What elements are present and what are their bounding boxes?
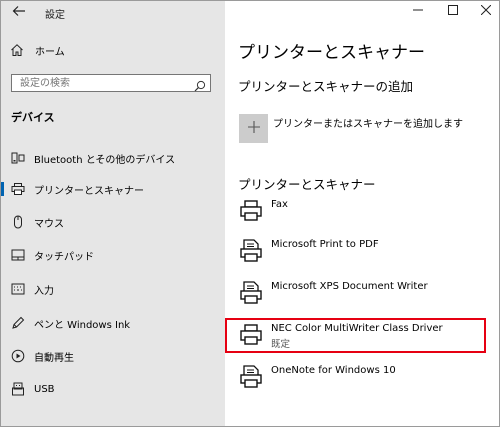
printer-name: Microsoft Print to PDF — [271, 239, 379, 250]
maximize-icon[interactable] — [446, 5, 460, 19]
settings-window: 設定 ホーム デバイス Bluetooth とその他のデバイス — [0, 0, 500, 427]
printer-item[interactable]: Fax — [239, 199, 489, 233]
section-title-devices: デバイス — [11, 111, 55, 124]
touchpad-icon — [11, 248, 25, 262]
selection-indicator — [1, 182, 4, 196]
sidebar-item-pen[interactable]: ペンと Windows Ink — [1, 312, 225, 334]
usb-icon — [11, 382, 25, 396]
printer-list-heading: プリンターとスキャナー — [238, 177, 376, 192]
plus-icon — [247, 119, 261, 138]
sidebar-item-input[interactable]: 入力 — [1, 278, 225, 300]
printer-name: Microsoft XPS Document Writer — [271, 281, 428, 292]
sidebar-item-label: ペンと Windows Ink — [34, 319, 131, 331]
printer-item[interactable]: OneNote for Windows 10 — [239, 365, 489, 399]
printer-name: OneNote for Windows 10 — [271, 365, 396, 376]
sidebar-item-label: 自動再生 — [34, 352, 74, 364]
sidebar-item-printers[interactable]: プリンターとスキャナー — [1, 178, 225, 200]
sidebar-item-mouse[interactable]: マウス — [1, 211, 225, 233]
home-label: ホーム — [35, 46, 65, 58]
sidebar-item-label: 入力 — [34, 285, 54, 297]
sidebar: 設定 ホーム デバイス Bluetooth とその他のデバイス — [1, 1, 225, 426]
add-section-heading: プリンターとスキャナーの追加 — [238, 79, 414, 94]
keyboard-icon — [11, 282, 25, 296]
sidebar-item-label: USB — [34, 383, 55, 395]
printer-name: Fax — [271, 199, 288, 210]
window-title: 設定 — [45, 10, 65, 21]
fax-printer-icon — [239, 199, 263, 223]
main-content: プリンターとスキャナー プリンターとスキャナーの追加 プリンターまたはスキャナー… — [225, 1, 499, 426]
sidebar-item-usb[interactable]: USB — [1, 378, 225, 400]
add-printer-button[interactable] — [239, 114, 268, 143]
sidebar-item-bluetooth[interactable]: Bluetooth とその他のデバイス — [1, 147, 225, 169]
pdf-printer-icon — [239, 239, 263, 263]
sidebar-item-touchpad[interactable]: タッチパッド — [1, 244, 225, 266]
sidebar-item-label: Bluetooth とその他のデバイス — [34, 154, 176, 166]
highlight-annotation-box — [225, 318, 486, 353]
mouse-icon — [11, 215, 25, 229]
search-icon[interactable] — [194, 77, 206, 92]
minimize-icon[interactable] — [411, 5, 425, 19]
sidebar-item-label: タッチパッド — [34, 251, 94, 263]
settings-search-box[interactable] — [11, 74, 211, 92]
sidebar-item-label: マウス — [34, 218, 64, 230]
close-icon[interactable] — [479, 4, 493, 19]
printer-item[interactable]: Microsoft XPS Document Writer — [239, 281, 489, 315]
printer-item[interactable]: Microsoft Print to PDF — [239, 239, 489, 273]
sidebar-item-autoplay[interactable]: 自動再生 — [1, 345, 225, 367]
sidebar-item-label: プリンターとスキャナー — [34, 185, 144, 197]
search-input[interactable] — [12, 75, 196, 91]
xps-printer-icon — [239, 281, 263, 305]
pen-icon — [11, 316, 25, 330]
onenote-printer-icon — [239, 365, 263, 389]
page-title: プリンターとスキャナー — [238, 43, 425, 63]
back-arrow-icon[interactable] — [11, 4, 27, 20]
bluetooth-devices-icon — [11, 151, 25, 165]
add-printer-label[interactable]: プリンターまたはスキャナーを追加します — [273, 115, 463, 130]
home-icon — [9, 42, 25, 58]
autoplay-icon — [11, 349, 25, 363]
home-nav-item[interactable]: ホーム — [9, 42, 65, 58]
printer-icon — [11, 182, 25, 196]
